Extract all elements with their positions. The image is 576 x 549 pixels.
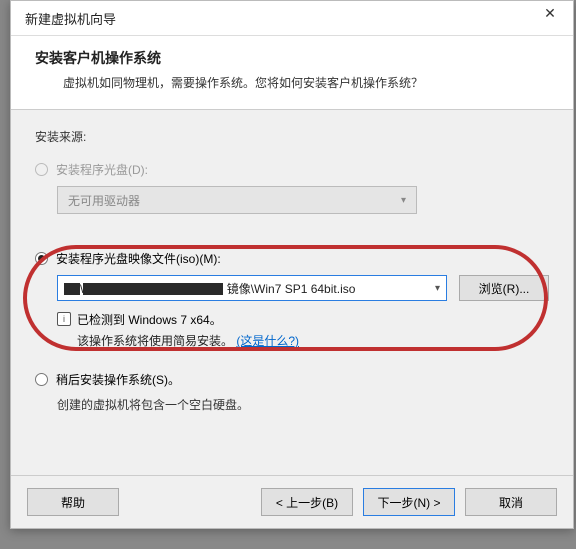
radio-disc-label: 安装程序光盘(D): [56, 161, 148, 178]
page-title: 安装客户机操作系统 [35, 48, 549, 68]
disc-dropdown: 无可用驱动器 ▾ [57, 186, 417, 214]
close-icon[interactable]: ✕ [527, 1, 573, 29]
header: 安装客户机操作系统 虚拟机如同物理机，需要操作系统。您将如何安装客户机操作系统？ [11, 36, 573, 110]
content-area: 安装来源: 安装程序光盘(D): 无可用驱动器 ▾ 安装程序光盘映像文件(iso… [11, 110, 573, 475]
option-disc-group: 安装程序光盘(D): 无可用驱动器 ▾ [35, 161, 549, 214]
titlebar: 新建虚拟机向导 ✕ [11, 1, 573, 36]
easy-install-text: 该操作系统将使用简易安装。 [77, 334, 233, 348]
disc-dropdown-value: 无可用驱动器 [68, 192, 140, 209]
iso-path-value: \ 镜像\Win7 SP1 64bit.iso [64, 280, 355, 297]
whats-this-link[interactable]: (这是什么?) [236, 334, 299, 348]
wizard-dialog: 新建虚拟机向导 ✕ 安装客户机操作系统 虚拟机如同物理机，需要操作系统。您将如何… [10, 0, 574, 529]
option-iso-group: 安装程序光盘映像文件(iso)(M): \ 镜像\Win7 SP1 64bit.… [35, 250, 549, 349]
option-later-group: 稍后安装操作系统(S)。 创建的虚拟机将包含一个空白硬盘。 [35, 371, 549, 413]
next-button[interactable]: 下一步(N) > [363, 488, 455, 516]
iso-path-input[interactable]: \ 镜像\Win7 SP1 64bit.iso ▾ [57, 275, 447, 301]
radio-iso[interactable] [35, 252, 48, 265]
cancel-button[interactable]: 取消 [465, 488, 557, 516]
chevron-down-icon: ▾ [401, 195, 406, 206]
back-button[interactable]: < 上一步(B) [261, 488, 353, 516]
chevron-down-icon[interactable]: ▾ [435, 283, 440, 294]
detected-os-text: 已检测到 Windows 7 x64。 [77, 311, 222, 328]
later-subtext: 创建的虚拟机将包含一个空白硬盘。 [57, 396, 549, 413]
source-label: 安装来源: [35, 128, 549, 145]
info-icon: i [57, 312, 71, 326]
page-subtitle: 虚拟机如同物理机，需要操作系统。您将如何安装客户机操作系统？ [35, 74, 549, 91]
radio-disc[interactable] [35, 163, 48, 176]
browse-button[interactable]: 浏览(R)... [459, 275, 549, 301]
radio-iso-label: 安装程序光盘映像文件(iso)(M): [56, 250, 221, 267]
radio-later[interactable] [35, 373, 48, 386]
radio-later-label: 稍后安装操作系统(S)。 [56, 371, 180, 388]
button-bar: 帮助 < 上一步(B) 下一步(N) > 取消 [11, 475, 573, 528]
help-button[interactable]: 帮助 [27, 488, 119, 516]
window-title: 新建虚拟机向导 [25, 9, 116, 28]
